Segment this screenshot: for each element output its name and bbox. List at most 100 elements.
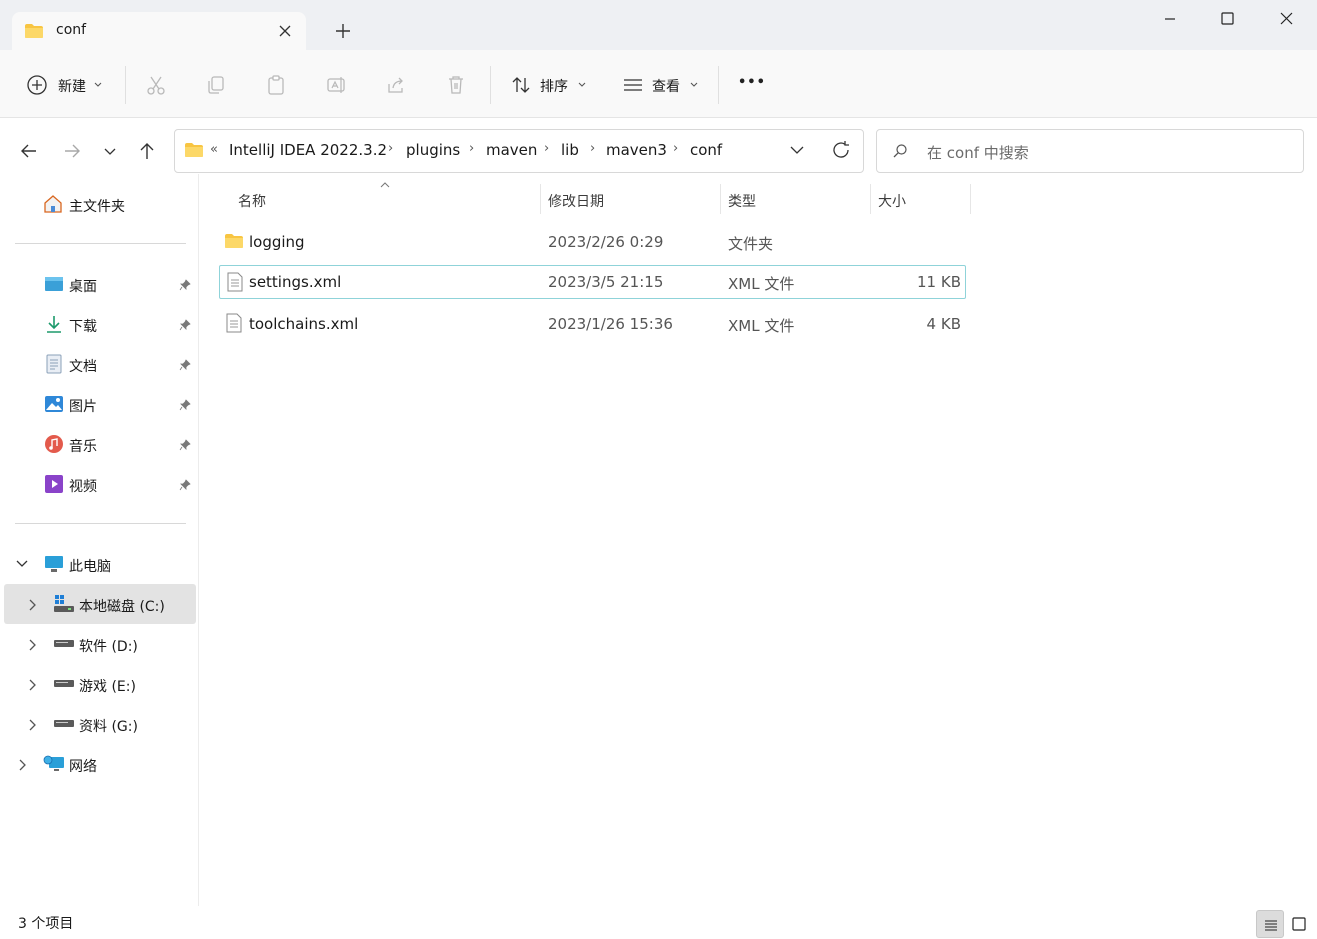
document-icon <box>46 354 62 374</box>
breadcrumb-item[interactable]: maven3 <box>606 141 667 159</box>
paste-icon[interactable] <box>265 74 287 96</box>
sidebar-item-network[interactable]: 网络 <box>14 752 184 778</box>
large-icons-view-button[interactable] <box>1285 910 1313 938</box>
breadcrumb-item[interactable]: maven <box>486 141 537 159</box>
column-header-date[interactable]: 修改日期 <box>548 191 604 211</box>
minimize-icon[interactable] <box>1148 8 1192 30</box>
file-icon <box>227 272 243 292</box>
pin-icon[interactable] <box>179 359 191 371</box>
sidebar-item-label: 音乐 <box>69 439 97 455</box>
close-window-icon[interactable] <box>1264 8 1308 30</box>
chevron-right-icon[interactable] <box>28 639 38 651</box>
pin-icon[interactable] <box>179 279 191 291</box>
sidebar-item-drive-d[interactable]: 软件 (D:) <box>24 632 194 658</box>
table-row[interactable]: toolchains.xml 2023/1/26 15:36 XML 文件 4 … <box>219 307 966 341</box>
file-date: 2023/2/26 0:29 <box>548 233 664 251</box>
recent-locations-icon[interactable] <box>102 143 118 159</box>
new-tab-icon[interactable] <box>333 21 353 41</box>
breadcrumb-item[interactable]: IntelliJ IDEA 2022.3.2 <box>229 141 387 159</box>
details-view-icon <box>1265 920 1277 931</box>
breadcrumb-item[interactable]: plugins <box>406 141 460 159</box>
sidebar-item-drive-e[interactable]: 游戏 (E:) <box>24 672 194 698</box>
up-icon[interactable] <box>136 140 158 162</box>
table-row[interactable]: logging 2023/2/26 0:29 文件夹 <box>219 225 966 259</box>
chevron-down-icon <box>690 82 698 87</box>
file-type: XML 文件 <box>728 317 795 335</box>
address-dropdown-icon[interactable] <box>789 142 805 158</box>
column-divider[interactable] <box>970 184 971 214</box>
sidebar-item-this-pc[interactable]: 此电脑 <box>12 552 192 578</box>
breadcrumb-overflow[interactable]: « <box>210 142 218 157</box>
close-tab-icon[interactable] <box>276 22 294 40</box>
cut-icon[interactable] <box>145 74 167 96</box>
file-name: toolchains.xml <box>249 315 359 333</box>
sidebar-item-desktop[interactable]: 桌面 <box>40 272 195 298</box>
maximize-icon[interactable] <box>1205 8 1249 30</box>
file-name: logging <box>249 233 305 251</box>
sidebar-item-label: 图片 <box>69 399 97 415</box>
back-icon[interactable] <box>18 140 40 162</box>
copy-icon[interactable] <box>205 74 227 96</box>
sidebar-item-drive-c[interactable]: 本地磁盘 (C:) <box>24 592 194 618</box>
delete-icon[interactable] <box>445 74 467 96</box>
chevron-right-icon[interactable] <box>28 719 38 731</box>
breadcrumb-item-current[interactable]: conf <box>690 141 722 159</box>
new-label: 新建 <box>58 79 86 95</box>
view-list-icon <box>624 79 642 91</box>
sidebar-item-pictures[interactable]: 图片 <box>40 392 195 418</box>
sidebar-item-label: 资料 (G:) <box>79 719 138 735</box>
new-button[interactable]: 新建 <box>24 70 108 100</box>
chevron-right-icon[interactable] <box>28 679 38 691</box>
sidebar-item-label: 本地磁盘 (C:) <box>79 599 165 615</box>
computer-icon <box>45 556 63 572</box>
refresh-icon[interactable] <box>830 139 852 161</box>
chevron-down-icon[interactable] <box>16 559 28 569</box>
sidebar-item-label: 视频 <box>69 479 97 495</box>
music-icon <box>45 435 63 453</box>
drive-icon <box>54 680 74 687</box>
pin-icon[interactable] <box>179 479 191 491</box>
pin-icon[interactable] <box>179 399 191 411</box>
sidebar-item-videos[interactable]: 视频 <box>40 472 195 498</box>
pane-divider <box>198 174 199 906</box>
sidebar-item-documents[interactable]: 文档 <box>40 352 195 378</box>
sidebar-item-drive-g[interactable]: 资料 (G:) <box>24 712 194 738</box>
sidebar-item-home[interactable]: 主文件夹 <box>40 192 190 218</box>
sidebar-item-label: 文档 <box>69 359 97 375</box>
column-header-name[interactable]: 名称 <box>238 191 266 211</box>
table-row-selected[interactable]: settings.xml 2023/3/5 21:15 XML 文件 11 KB <box>219 265 966 299</box>
chevron-down-icon <box>578 82 586 87</box>
tiles-view-icon <box>1292 917 1306 931</box>
file-icon <box>226 313 242 333</box>
forward-icon[interactable] <box>61 140 83 162</box>
add-circle-icon <box>27 75 47 95</box>
file-date: 2023/3/5 21:15 <box>548 273 664 291</box>
chevron-right-icon[interactable] <box>28 599 38 611</box>
breadcrumb-item[interactable]: lib <box>561 141 579 159</box>
sidebar-divider <box>15 243 186 244</box>
column-divider[interactable] <box>540 184 541 214</box>
tab-conf[interactable]: conf <box>12 12 306 50</box>
rename-icon[interactable] <box>325 74 347 96</box>
column-header-size[interactable]: 大小 <box>878 191 906 211</box>
toolbar-divider <box>125 66 126 104</box>
chevron-right-icon[interactable] <box>18 759 28 771</box>
column-divider[interactable] <box>870 184 871 214</box>
pin-icon[interactable] <box>179 319 191 331</box>
toolbar-divider <box>490 66 491 104</box>
pin-icon[interactable] <box>179 439 191 451</box>
breadcrumb-separator: › <box>469 141 475 156</box>
sidebar-item-downloads[interactable]: 下载 <box>40 312 195 338</box>
sort-button[interactable]: 排序 <box>508 70 590 100</box>
details-view-button[interactable] <box>1256 910 1284 938</box>
file-size: 11 KB <box>917 273 961 291</box>
breadcrumb-separator: › <box>544 141 550 156</box>
column-header-type[interactable]: 类型 <box>728 191 756 211</box>
column-divider[interactable] <box>720 184 721 214</box>
sort-ascending-icon <box>380 182 390 188</box>
view-button[interactable]: 查看 <box>620 70 702 100</box>
share-icon[interactable] <box>385 74 407 96</box>
search-placeholder[interactable]: 在 conf 中搜索 <box>927 142 1029 163</box>
more-options-button[interactable]: ••• <box>738 75 766 90</box>
sidebar-item-music[interactable]: 音乐 <box>40 432 195 458</box>
